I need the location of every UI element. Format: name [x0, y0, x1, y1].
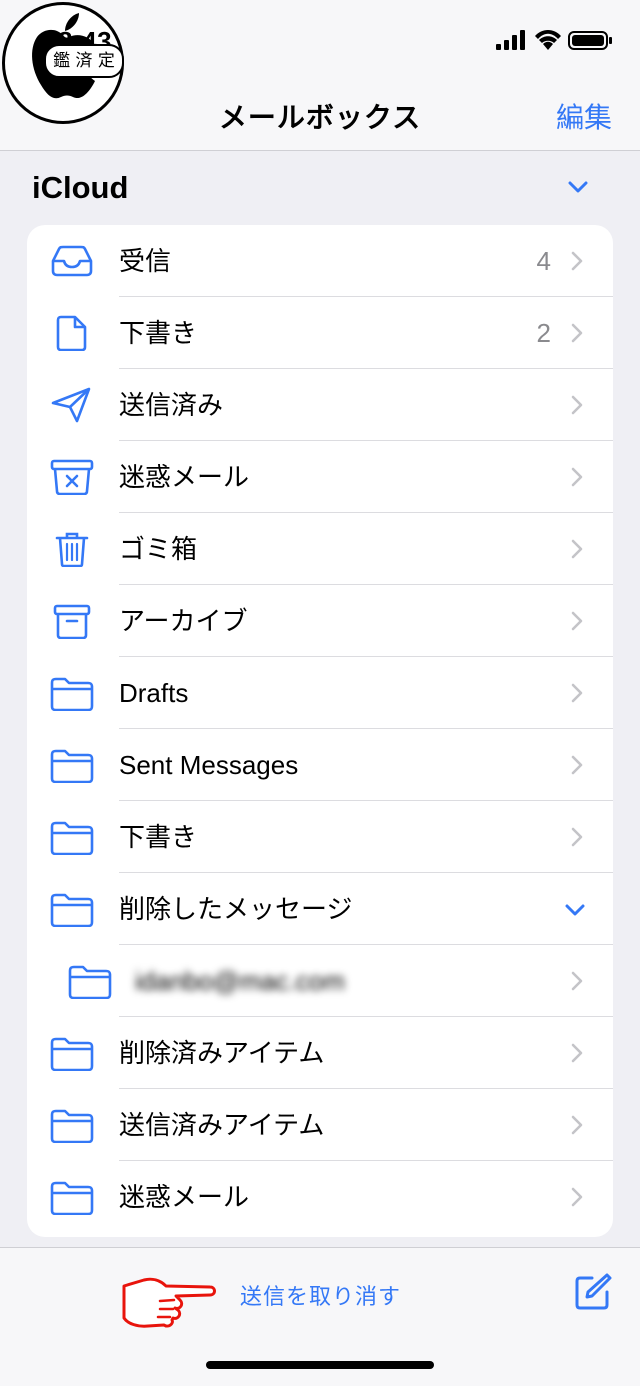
folder-icon — [49, 1179, 95, 1216]
folder-icon — [49, 819, 95, 856]
unread-count: 4 — [536, 246, 551, 276]
mailbox-label: ゴミ箱 — [119, 534, 198, 564]
inbox-icon — [49, 243, 95, 279]
folder-icon — [49, 1107, 95, 1144]
mailbox-label: Sent Messages — [119, 750, 299, 780]
paper-plane-icon — [49, 387, 95, 423]
mailbox-row[interactable]: 迷惑メール — [27, 441, 613, 513]
mailbox-row[interactable]: 送信済み — [27, 369, 613, 441]
chevron-right-icon — [571, 323, 583, 348]
mailbox-label: 削除済みアイテム — [119, 1038, 325, 1068]
mailbox-label: 送信済み — [119, 390, 224, 420]
junk-icon — [49, 459, 95, 496]
appraisal-stamp: 鑑 済 定 — [44, 44, 124, 78]
mailbox-row[interactable]: 削除済みアイテム — [27, 1017, 613, 1089]
mailbox-row[interactable]: Drafts — [27, 657, 613, 729]
status-icons — [496, 28, 614, 52]
folder-icon — [49, 675, 95, 712]
document-icon — [49, 315, 95, 352]
unread-count: 2 — [536, 318, 551, 348]
mailbox-label: 下書き — [119, 318, 198, 348]
chevron-right-icon — [571, 971, 583, 996]
mailbox-row[interactable]: 下書き — [27, 801, 613, 873]
mailbox-label: 下書き — [119, 822, 198, 852]
mailbox-label: 送信済みアイテム — [119, 1110, 325, 1140]
home-indicator — [206, 1361, 434, 1369]
signal-icon — [496, 30, 525, 50]
mailbox-row[interactable]: idanbo@mac.com — [27, 945, 613, 1017]
folder-icon — [49, 747, 95, 784]
mailbox-row[interactable]: 受信 4 — [27, 225, 613, 297]
undo-send-button[interactable]: 送信を取り消す — [240, 1279, 401, 1311]
chevron-right-icon — [571, 827, 583, 852]
pointing-hand-icon — [122, 1277, 216, 1328]
battery-icon — [568, 31, 612, 50]
chevron-right-icon — [571, 1187, 583, 1212]
chevron-right-icon — [571, 395, 583, 420]
mailbox-label: 受信 — [119, 246, 172, 276]
chevron-right-icon — [571, 251, 583, 276]
chevron-right-icon — [571, 683, 583, 708]
chevron-right-icon — [571, 1115, 583, 1140]
chevron-right-icon — [571, 611, 583, 636]
page-title: メールボックス — [218, 102, 422, 133]
mailbox-list: 受信 4 下書き 2 送信済み 迷惑メール ゴミ箱 アーカイブ Drafts Sent Messa… — [27, 225, 613, 1237]
mailbox-label: 迷惑メール — [119, 462, 250, 492]
wifi-icon — [535, 30, 561, 50]
chevron-right-icon — [571, 467, 583, 492]
mailbox-label: アーカイブ — [119, 606, 248, 636]
account-section-title[interactable]: iCloud — [32, 170, 128, 206]
chevron-right-icon — [571, 1043, 583, 1068]
chevron-down-icon — [565, 903, 585, 922]
chevron-down-icon[interactable] — [568, 180, 588, 194]
mailbox-label: 削除したメッセージ — [119, 894, 353, 924]
folder-icon — [67, 963, 113, 1000]
archive-icon — [49, 603, 95, 640]
mailbox-row[interactable]: Sent Messages — [27, 729, 613, 801]
folder-icon — [49, 891, 95, 928]
mailbox-row[interactable]: 送信済みアイテム — [27, 1089, 613, 1161]
trash-icon — [49, 531, 95, 568]
mailbox-row[interactable]: ゴミ箱 — [27, 513, 613, 585]
mailbox-row[interactable]: アーカイブ — [27, 585, 613, 657]
mailbox-row[interactable]: 下書き 2 — [27, 297, 613, 369]
mailbox-row[interactable]: 削除したメッセージ — [27, 873, 613, 945]
compose-icon[interactable] — [574, 1272, 612, 1310]
mailbox-label: 迷惑メール — [119, 1182, 250, 1212]
chevron-right-icon — [571, 755, 583, 780]
mailbox-label: Drafts — [119, 678, 189, 708]
mailbox-label: idanbo@mac.com — [135, 966, 345, 996]
chevron-right-icon — [571, 539, 583, 564]
edit-button[interactable]: 編集 — [556, 96, 612, 136]
mailbox-row[interactable]: 迷惑メール — [27, 1161, 613, 1233]
folder-icon — [49, 1035, 95, 1072]
